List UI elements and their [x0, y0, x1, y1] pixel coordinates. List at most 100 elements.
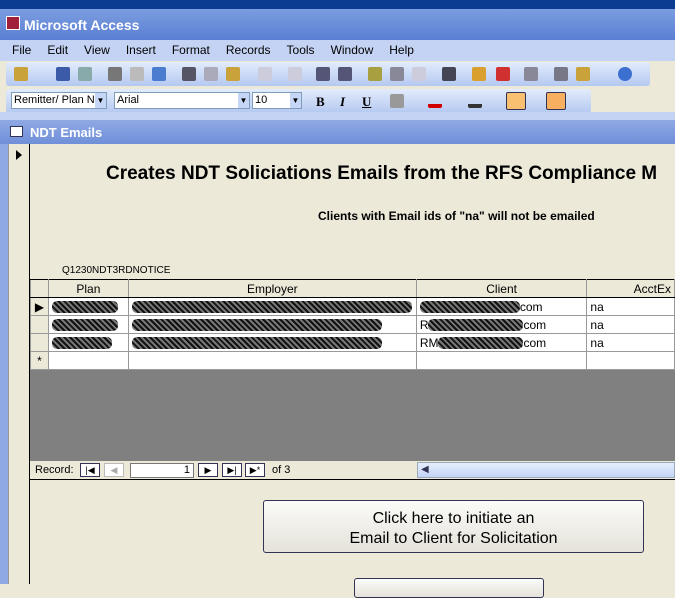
taskbar-strip: [0, 0, 675, 9]
form-view-toolbar: [6, 62, 650, 86]
horizontal-scrollbar[interactable]: ◀: [417, 462, 675, 478]
record-count: of 3: [272, 464, 291, 476]
filter-by-form-icon[interactable]: [390, 67, 404, 81]
app-title-bar: Microsoft Access: [0, 9, 675, 40]
menu-insert[interactable]: Insert: [118, 40, 164, 57]
save-icon[interactable]: [56, 67, 70, 81]
app-title: Microsoft Access: [24, 17, 140, 33]
column-header-acctex[interactable]: AcctEx: [586, 279, 675, 298]
apply-filter-icon[interactable]: [412, 67, 426, 81]
row-selector[interactable]: ▶: [30, 297, 49, 316]
menu-window[interactable]: Window: [323, 40, 382, 57]
client-cell[interactable]: com: [415, 297, 588, 316]
plan-cell[interactable]: [47, 351, 129, 370]
previous-record-button[interactable]: ◀: [104, 463, 124, 477]
new-record-icon[interactable]: [472, 67, 486, 81]
spelling-icon[interactable]: [152, 67, 166, 81]
row-selector[interactable]: [30, 315, 49, 334]
special-effect-icon[interactable]: [546, 92, 566, 110]
workspace-rail: [0, 112, 675, 120]
form-record-selector[interactable]: [8, 144, 30, 584]
employer-cell[interactable]: [127, 351, 417, 370]
properties-icon[interactable]: [524, 67, 538, 81]
next-record-button[interactable]: ▶: [198, 463, 218, 477]
menu-help[interactable]: Help: [381, 40, 422, 57]
employer-cell-redacted[interactable]: [127, 333, 417, 352]
chevron-down-icon: ▼: [238, 93, 249, 108]
window-border: [0, 144, 8, 584]
form-window-title: NDT Emails: [30, 125, 103, 140]
plan-cell-redacted[interactable]: [47, 333, 129, 352]
cut-icon[interactable]: [182, 67, 196, 81]
table-row[interactable]: RM com na: [30, 333, 675, 352]
form-icon: [10, 126, 23, 137]
scroll-left-icon[interactable]: ◀: [418, 464, 429, 475]
client-cell[interactable]: Rcom: [415, 315, 588, 334]
select-all-corner[interactable]: [30, 279, 49, 298]
employer-cell-redacted[interactable]: [127, 315, 417, 334]
find-icon[interactable]: [442, 67, 456, 81]
font-select[interactable]: Arial ▼: [114, 92, 250, 109]
print-icon[interactable]: [108, 67, 122, 81]
employer-cell-redacted[interactable]: [127, 297, 417, 316]
hyperlink-icon[interactable]: [288, 67, 302, 81]
new-record-row[interactable]: *: [30, 351, 675, 370]
menu-view[interactable]: View: [76, 40, 118, 57]
acctex-cell[interactable]: na: [586, 315, 675, 334]
copy-icon[interactable]: [204, 67, 218, 81]
menu-tools[interactable]: Tools: [279, 40, 323, 57]
new-record-marker[interactable]: *: [30, 351, 49, 370]
plan-cell-redacted[interactable]: [47, 315, 129, 334]
acctex-cell[interactable]: [586, 351, 675, 370]
table-row[interactable]: ▶ com na: [30, 297, 675, 316]
print-preview-icon[interactable]: [130, 67, 144, 81]
acctex-cell[interactable]: na: [586, 333, 675, 352]
form-heading: Creates NDT Soliciations Emails from the…: [106, 163, 658, 184]
gridlines-icon[interactable]: [506, 92, 526, 110]
database-window-icon[interactable]: [554, 67, 568, 81]
button-label-line1: Click here to initiate an: [372, 510, 535, 527]
row-selector[interactable]: [30, 333, 49, 352]
column-header-plan[interactable]: Plan: [47, 279, 129, 298]
menu-records[interactable]: Records: [218, 40, 279, 57]
table-row[interactable]: Rcom na: [30, 315, 675, 334]
filter-by-selection-icon[interactable]: [368, 67, 382, 81]
menu-bar: File Edit View Insert Format Records Tools Wind…: [0, 40, 675, 61]
delete-record-icon[interactable]: [496, 67, 510, 81]
column-header-employer[interactable]: Employer: [127, 279, 417, 298]
plan-cell-redacted[interactable]: [47, 297, 129, 316]
client-cell[interactable]: RM com: [415, 333, 588, 352]
new-object-icon[interactable]: [576, 67, 590, 81]
paste-icon[interactable]: [226, 67, 240, 81]
menu-file[interactable]: File: [0, 40, 39, 57]
first-record-button[interactable]: |◀: [80, 463, 100, 477]
chevron-down-icon: ▼: [95, 93, 106, 108]
italic-button[interactable]: I: [340, 94, 345, 110]
record-number-input[interactable]: 1: [130, 463, 194, 478]
object-select[interactable]: Remitter/ Plan N ▼: [11, 92, 107, 109]
new-record-button[interactable]: ▶*: [245, 463, 265, 477]
view-icon[interactable]: [14, 67, 28, 81]
file-search-icon[interactable]: [78, 67, 92, 81]
sort-descending-icon[interactable]: [338, 67, 352, 81]
acctex-cell[interactable]: na: [586, 297, 675, 316]
record-label: Record:: [35, 464, 74, 476]
help-icon[interactable]: [618, 67, 632, 81]
bold-button[interactable]: B: [316, 94, 325, 110]
menu-edit[interactable]: Edit: [39, 40, 76, 57]
undo-icon[interactable]: [258, 67, 272, 81]
sort-ascending-icon[interactable]: [316, 67, 330, 81]
menu-format[interactable]: Format: [164, 40, 218, 57]
font-size-select[interactable]: 10 ▼: [252, 92, 302, 109]
line-color-icon[interactable]: [468, 94, 482, 108]
access-key-icon: [6, 16, 20, 30]
record-navigation: Record: |◀ ◀ 1 ▶ ▶| ▶* of 3 ◀: [30, 461, 675, 479]
fill-color-icon[interactable]: [390, 94, 404, 108]
font-color-icon[interactable]: [428, 94, 442, 108]
client-cell[interactable]: [415, 351, 588, 370]
last-record-button[interactable]: ▶|: [222, 463, 242, 477]
secondary-button[interactable]: [354, 578, 544, 598]
underline-button[interactable]: U: [362, 94, 371, 110]
initiate-email-button[interactable]: Click here to initiate an Email to Clien…: [263, 500, 644, 553]
column-header-client[interactable]: Client: [415, 279, 588, 298]
